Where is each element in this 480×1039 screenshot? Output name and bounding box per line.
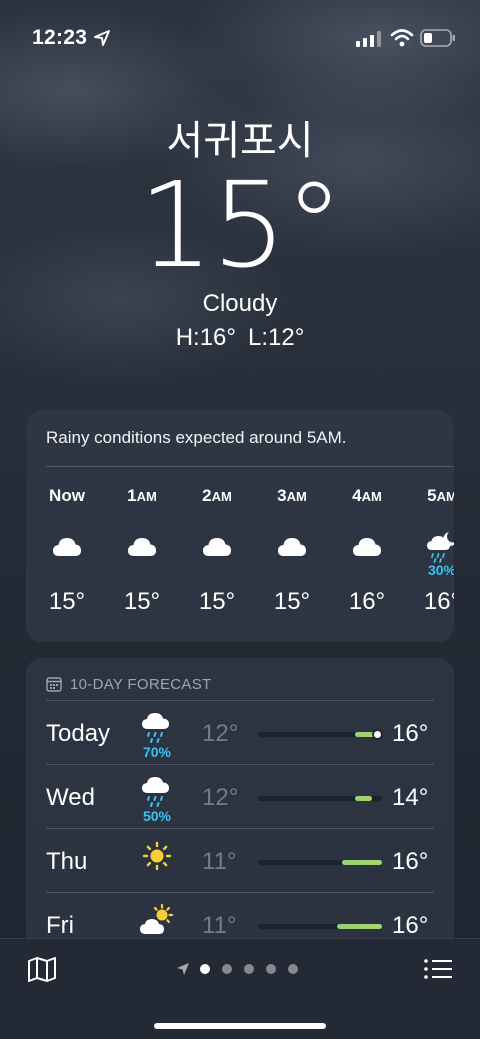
list-icon[interactable] [422,955,454,983]
hourly-item: 5AM 30% 16° [405,486,454,616]
cloud-rain-icon [138,776,176,808]
cloud-icon [125,530,159,564]
hour-temperature: 16° [423,588,454,615]
high-temperature: 16° [392,912,429,939]
current-condition: Cloudy [202,290,278,317]
cellular-signal-icon [356,31,381,47]
temperature-range-bar [258,860,382,865]
divider [46,466,454,467]
page-dot[interactable] [288,964,298,974]
page-dot[interactable] [200,964,210,974]
low-temperature: 11° [202,848,237,875]
sun-icon [138,840,176,872]
partly-cloudy-icon [138,903,176,936]
low-temperature: 12° [202,720,239,747]
precipitation-chance: 50% [142,808,172,824]
divider [46,700,434,701]
precipitation-chance: 70% [142,744,172,760]
precipitation-chance [180,562,254,578]
current-temperature: 15° [138,156,343,294]
daily-forecast-header: 10-DAY FORECAST [46,674,211,694]
hourly-item: 1AM 15° [105,486,179,616]
cloud-icon [350,530,384,564]
high-temperature: 14° [392,784,429,811]
page-dot[interactable] [244,964,254,974]
temperature-range-bar [258,796,382,801]
hour-temperature: 15° [273,588,311,615]
status-time: 12:23 [32,26,88,49]
hour-label: 4AM [352,486,382,505]
temperature-range-fill [342,860,382,865]
hour-label: 1AM [127,486,157,505]
daily-forecast-card[interactable]: 10-DAY FORECAST Today 70% 12° 16° Wed 50% 12° 1… [26,658,454,958]
precipitation-chance [105,562,179,578]
moon-cloud-rain-icon [425,530,454,564]
precipitation-chance: 30% [427,562,454,578]
daily-forecast-title: 10-DAY FORECAST [70,675,212,693]
hourly-item: 3AM 15° [255,486,329,616]
day-name: Wed [46,784,95,811]
day-name: Thu [46,848,88,875]
page-dot[interactable] [222,964,232,974]
hourly-item: Now 15° [30,486,104,616]
hour-temperature: 15° [48,588,86,615]
temperature-range-fill [337,924,382,929]
temperature-range-bar [258,924,382,929]
low-temp: L:12° [247,324,305,351]
status-bar: 12:23 [0,0,480,76]
bottom-toolbar [0,938,480,1039]
day-name: Fri [46,912,74,939]
day-name: Today [46,720,111,747]
page-dot[interactable] [266,964,276,974]
cloud-icon [200,530,234,564]
home-indicator[interactable] [154,1023,326,1029]
cloud-icon [50,530,84,564]
hour-label: 3AM [277,486,307,505]
wifi-icon [390,29,414,47]
hourly-item: 4AM 16° [330,486,404,616]
divider [46,892,434,893]
precipitation-chance [30,562,104,578]
high-low: H:16° L:12° [0,324,480,352]
cloud-rain-icon [138,712,176,744]
map-icon[interactable] [26,955,58,983]
current-temp-dot [373,731,381,738]
temperature-range-fill [354,796,373,801]
daily-row[interactable]: Today 70% 12° 16° [46,702,436,766]
calendar-icon [46,677,62,692]
daily-row[interactable]: Wed 50% 12° 14° [46,766,436,830]
high-temperature: 16° [392,848,429,875]
divider [46,828,434,829]
hourly-forecast-card[interactable]: Rainy conditions expected around 5AM. No… [26,410,454,642]
divider [46,764,434,765]
precipitation-chance [330,562,404,578]
page-indicator[interactable] [176,961,310,977]
temperature-range-bar [258,731,382,738]
hour-temperature: 15° [198,588,236,615]
hour-temperature: 15° [123,588,161,615]
hour-label: Now [49,486,85,505]
low-temperature: 11° [202,912,237,939]
hour-label: 5AM [427,486,454,505]
hourly-item: 2AM 15° [180,486,254,616]
hour-temperature: 16° [348,588,386,615]
location-arrow-icon [94,30,110,46]
hourly-summary: Rainy conditions expected around 5AM. [46,428,347,447]
high-temperature: 16° [392,720,429,747]
high-temp: H:16° [175,324,236,351]
daily-row[interactable]: Thu 11° 16° [46,830,436,894]
current-location-icon [177,963,189,975]
battery-icon [420,29,455,47]
cloud-icon [275,530,309,564]
hour-label: 2AM [202,486,232,505]
precipitation-chance [255,562,329,578]
low-temperature: 12° [202,784,239,811]
